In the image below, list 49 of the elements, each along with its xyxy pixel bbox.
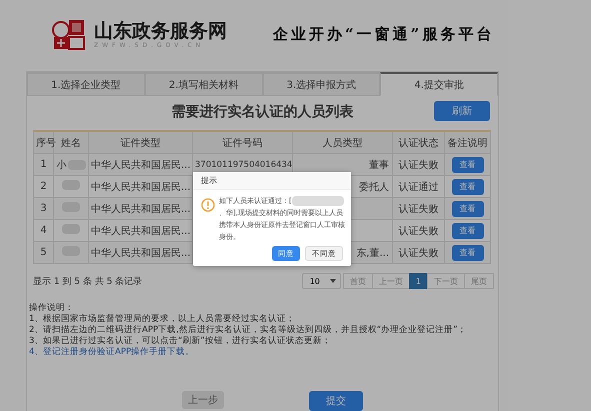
seal-logo bbox=[52, 18, 86, 50]
warning-icon bbox=[201, 198, 215, 212]
list-title: 需要进行实名认证的人员列表 bbox=[172, 103, 354, 121]
page-button[interactable]: 尾页 bbox=[464, 273, 494, 289]
table-cell: 3 bbox=[34, 198, 54, 220]
dialog-title: 提示 bbox=[201, 175, 217, 186]
previous-button[interactable]: 上一步 bbox=[182, 391, 224, 409]
table-cell: 中华人民共和国居民... bbox=[88, 242, 192, 264]
instruction-text: 如果已进行过实名认证，可以点击“刷新”按钮，进行实名认证状态更新； bbox=[43, 336, 331, 346]
caret-icon bbox=[330, 279, 336, 283]
column-header: 认证状态 bbox=[392, 131, 444, 154]
page-size-select[interactable]: 10 bbox=[302, 273, 341, 289]
step-tab[interactable]: 3.选择申报方式 bbox=[262, 72, 380, 96]
page-button[interactable]: 首页 bbox=[342, 273, 373, 289]
manual-download-link[interactable]: 登记注册身份验证APP操作手册下载。 bbox=[43, 347, 194, 358]
table-cell: 认证失败 bbox=[392, 154, 444, 176]
view-button[interactable]: 查看 bbox=[452, 156, 484, 172]
column-header: 证件类型 bbox=[88, 131, 192, 154]
table-cell: 5 bbox=[34, 242, 54, 264]
site-name: 山东政务服务网 bbox=[94, 20, 227, 42]
list-number: 1、 bbox=[29, 314, 43, 325]
table-cell: 1 bbox=[34, 154, 54, 176]
step-tab[interactable]: 4.提交审批 bbox=[380, 72, 498, 96]
table-cell: 中华人民共和国居民... bbox=[88, 198, 192, 220]
view-button[interactable]: 查看 bbox=[452, 222, 484, 238]
view-button[interactable]: 查看 bbox=[452, 200, 484, 216]
view-button[interactable]: 查看 bbox=[452, 244, 484, 260]
column-header: 证件号码 bbox=[192, 131, 292, 154]
record-info: 显示 1 到 5 条 共 5 条记录 bbox=[33, 276, 142, 288]
column-header: 人员类型 bbox=[292, 131, 392, 154]
list-number: 4、 bbox=[29, 347, 43, 358]
instruction-text: 根据国家市场监督管理局的要求，以上人员需要经过实名认证； bbox=[43, 314, 295, 325]
instructions-title: 操作说明： bbox=[29, 303, 75, 314]
column-header: 序号 bbox=[34, 131, 54, 154]
submit-button[interactable]: 提交 bbox=[309, 391, 363, 411]
list-number: 3、 bbox=[29, 336, 43, 347]
list-number: 2、 bbox=[29, 325, 43, 336]
instruction-text: 请扫描左边的二维码进行APP下载,然后进行实名认证，实名等级达到四级，并且授权“办理企业登记注册”； bbox=[43, 325, 467, 336]
view-button[interactable]: 查看 bbox=[452, 178, 484, 194]
page-button[interactable]: 1 bbox=[408, 273, 428, 289]
step-tab[interactable]: 2.填写相关材料 bbox=[144, 72, 262, 96]
platform-title: 企业开办“一窗通”服务平台 bbox=[273, 24, 494, 44]
table-cell: 认证失败 bbox=[392, 242, 444, 264]
table-cell: 认证失败 bbox=[392, 198, 444, 220]
table-cell: 中华人民共和国居民... bbox=[88, 154, 192, 176]
refresh-button[interactable]: 刷新 bbox=[434, 101, 490, 121]
step-tab[interactable]: 1.选择企业类型 bbox=[27, 72, 145, 96]
column-header: 备注说明 bbox=[444, 131, 490, 154]
table-cell: 小 bbox=[54, 154, 88, 176]
